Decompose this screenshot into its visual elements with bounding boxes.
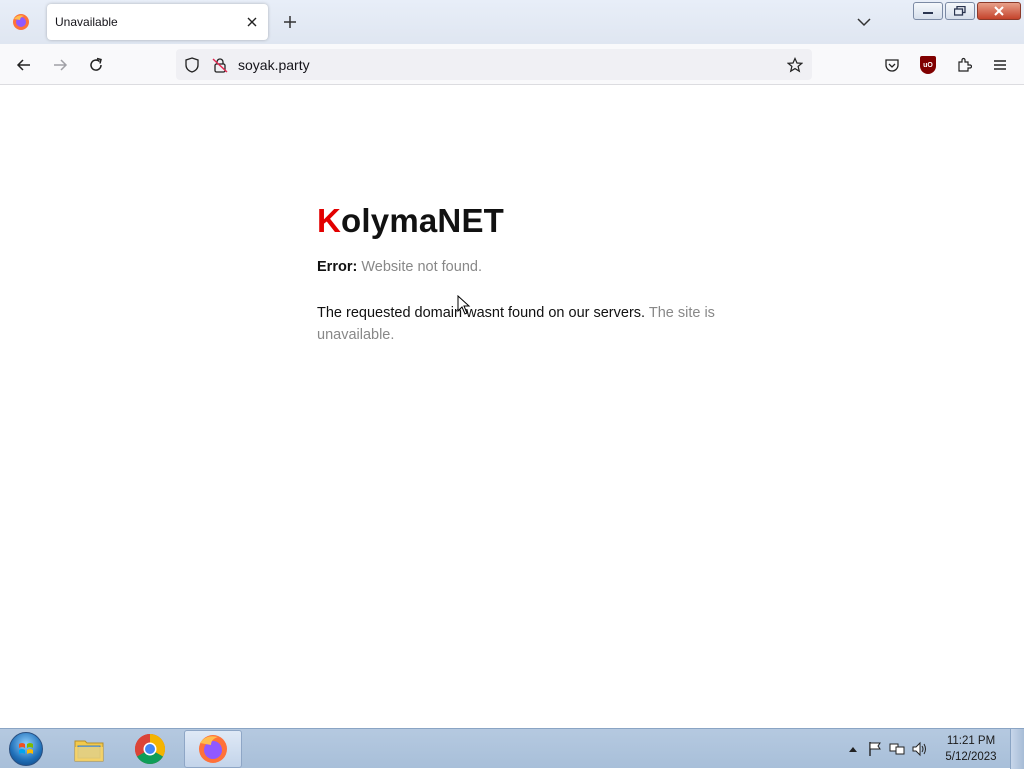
action-center-button[interactable] [864,738,886,760]
ublock-origin-button[interactable]: uO [915,52,941,78]
windows-orb-icon [9,732,43,766]
error-line: Error: Website not found. [317,259,482,275]
error-message: The requested domain wasnt found on our … [317,302,717,346]
pocket-button[interactable] [879,52,905,78]
speaker-icon [912,741,926,757]
brand-accent-letter: K [317,202,342,239]
forward-button[interactable] [47,52,73,78]
hamburger-menu-icon [994,60,1006,70]
arrow-left-icon [16,59,30,71]
url-text[interactable]: soyak.party [238,57,782,73]
network-icon [889,743,905,755]
close-tab-icon[interactable] [244,14,260,30]
tracking-protection-shield-icon[interactable] [180,53,204,77]
taskbar-clock[interactable]: 11:21 PM 5/12/2023 [936,733,1006,765]
system-tray: 11:21 PM 5/12/2023 [842,729,1024,769]
chrome-icon [134,734,166,765]
mouse-cursor-icon [457,295,471,315]
clock-date: 5/12/2023 [945,751,997,763]
puzzle-icon [958,57,972,72]
show-desktop-button[interactable] [1010,729,1024,769]
address-bar[interactable]: soyak.party [176,49,812,80]
start-button[interactable] [6,731,46,767]
taskbar-chrome[interactable] [121,730,179,768]
caret-up-icon [849,747,857,752]
close-icon [994,6,1004,16]
bookmark-star-icon[interactable] [782,52,808,78]
list-all-tabs-button[interactable] [853,11,875,33]
restore-button[interactable] [945,2,975,20]
restore-icon [954,6,966,16]
new-tab-button[interactable] [279,11,301,33]
plus-icon [284,16,296,28]
volume-button[interactable] [908,738,930,760]
clock-time: 11:21 PM [946,735,996,747]
firefox-icon [199,735,227,763]
tab-title: Unavailable [55,15,118,29]
reload-icon [90,57,102,71]
message-main: The requested domain wasnt found on our … [317,305,646,321]
ublock-origin-icon: uO [920,56,936,74]
browser-tab[interactable]: Unavailable [47,4,268,40]
minimize-button[interactable] [913,2,943,20]
taskbar-file-explorer[interactable] [60,730,118,768]
taskbar-firefox[interactable] [184,730,242,768]
windows-taskbar: 11:21 PM 5/12/2023 [0,728,1024,769]
extensions-button[interactable] [951,52,977,78]
error-text: Website not found. [361,259,482,275]
flag-icon [869,742,881,756]
close-window-button[interactable] [977,2,1021,20]
back-button[interactable] [11,52,37,78]
arrow-right-icon [54,59,68,71]
firefox-view-button[interactable] [0,0,42,44]
chevron-down-icon [857,18,871,27]
app-menu-button[interactable] [987,52,1013,78]
reload-button[interactable] [83,52,109,78]
tab-strip: Unavailable [0,0,1024,44]
window-controls [913,2,1021,20]
error-label: Error: [317,259,358,275]
show-hidden-icons-button[interactable] [842,738,864,760]
kolymanet-logo: KolymaNET [317,202,504,240]
minimize-icon [923,12,933,14]
folder-icon [74,740,104,762]
brand-rest: olymaNET [341,202,505,239]
network-button[interactable] [886,738,908,760]
navigation-toolbar: soyak.party uO [0,44,1024,85]
insecure-lock-icon[interactable] [208,53,232,77]
firefox-icon [13,14,29,30]
page-content: KolymaNET Error: Website not found. The … [0,85,1024,728]
pocket-icon [885,59,899,72]
